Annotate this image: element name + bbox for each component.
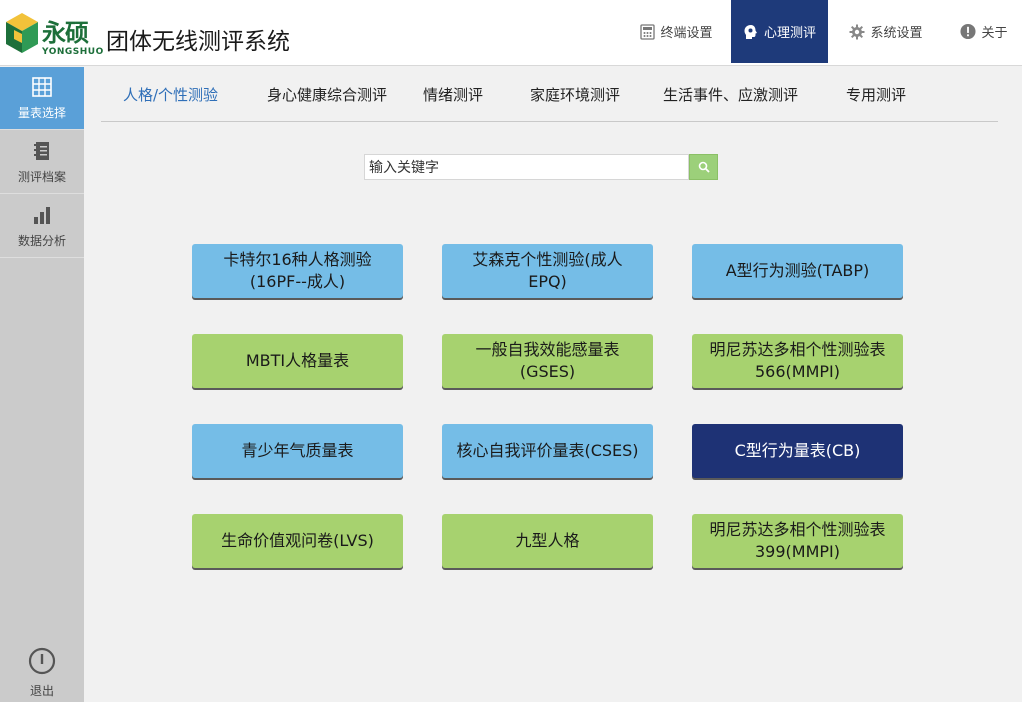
tab-psychosomatic-health[interactable]: 身心健康综合测评: [267, 84, 387, 105]
test-tile[interactable]: 核心自我评价量表(CSES): [442, 424, 653, 478]
logout-label: 退出: [29, 684, 54, 698]
gear-icon: [849, 24, 865, 40]
logo: 永硕 YONGSHUO: [4, 9, 103, 61]
nav-label: 心理测评: [763, 26, 816, 41]
test-tile[interactable]: 明尼苏达多相个性测验表 566(MMPI): [692, 334, 903, 388]
nav-label: 终端设置: [660, 26, 713, 41]
test-tile[interactable]: 明尼苏达多相个性测验表 399(MMPI): [692, 514, 903, 568]
test-tile[interactable]: 卡特尔16种人格测验 (16PF--成人): [192, 244, 403, 298]
sidebar-item-data-analysis[interactable]: 数据分析: [0, 195, 84, 258]
cube-logo-icon: [6, 13, 38, 53]
nav-system-settings[interactable]: 系统设置: [836, 0, 936, 63]
nav-psych-assessment[interactable]: 心理测评: [731, 0, 828, 63]
test-tile[interactable]: A型行为测验(TABP): [692, 244, 903, 298]
tab-special[interactable]: 专用测评: [846, 84, 906, 105]
tab-emotion[interactable]: 情绪测评: [423, 84, 483, 105]
tab-personality[interactable]: 人格/个性测验: [123, 84, 218, 105]
sidebar-item-label: 测评档案: [17, 169, 66, 184]
power-icon: [28, 647, 56, 678]
search-input[interactable]: [364, 154, 689, 180]
notebook-icon: [31, 140, 53, 162]
app-header: 永硕 YONGSHUO 团体无线测评系统 终端设置 心理测评 系统设置 关于: [0, 0, 1022, 66]
search-icon: [698, 158, 710, 177]
test-tile[interactable]: MBTI人格量表: [192, 334, 403, 388]
nav-terminal-settings[interactable]: 终端设置: [628, 0, 724, 63]
logo-text: 永硕: [42, 19, 89, 47]
grid-icon: [31, 76, 53, 98]
tab-life-events-stress[interactable]: 生活事件、应激测评: [663, 84, 798, 105]
test-tile-selected[interactable]: C型行为量表(CB): [692, 424, 903, 478]
test-tile[interactable]: 青少年气质量表: [192, 424, 403, 478]
app-title: 团体无线测评系统: [106, 29, 290, 55]
test-tile[interactable]: 一般自我效能感量表 (GSES): [442, 334, 653, 388]
test-tile[interactable]: 九型人格: [442, 514, 653, 568]
info-icon: [960, 23, 977, 40]
sidebar: 量表选择 测评档案 数据分析 退出: [0, 67, 84, 702]
calculator-icon: [639, 23, 655, 40]
logo-subtext: YONGSHUO: [42, 47, 104, 57]
test-tile[interactable]: 艾森克个性测验(成人 EPQ): [442, 244, 653, 298]
sidebar-item-label: 数据分析: [17, 233, 66, 248]
test-tile[interactable]: 生命价值观问卷(LVS): [192, 514, 403, 568]
search-button[interactable]: [689, 154, 718, 180]
sidebar-item-scale-select[interactable]: 量表选择: [0, 67, 84, 130]
nav-label: 系统设置: [870, 26, 923, 41]
nav-label: 关于: [981, 26, 1008, 41]
sidebar-item-records[interactable]: 测评档案: [0, 131, 84, 194]
nav-about[interactable]: 关于: [950, 0, 1018, 63]
tab-family-environment[interactable]: 家庭环境测评: [530, 84, 620, 105]
bar-chart-icon: [31, 204, 53, 226]
category-tabs: 人格/个性测验 身心健康综合测评 情绪测评 家庭环境测评 生活事件、应激测评 专…: [101, 68, 998, 122]
head-brain-icon: [743, 24, 759, 40]
logout-button[interactable]: 退出: [0, 647, 84, 698]
sidebar-item-label: 量表选择: [17, 105, 66, 120]
